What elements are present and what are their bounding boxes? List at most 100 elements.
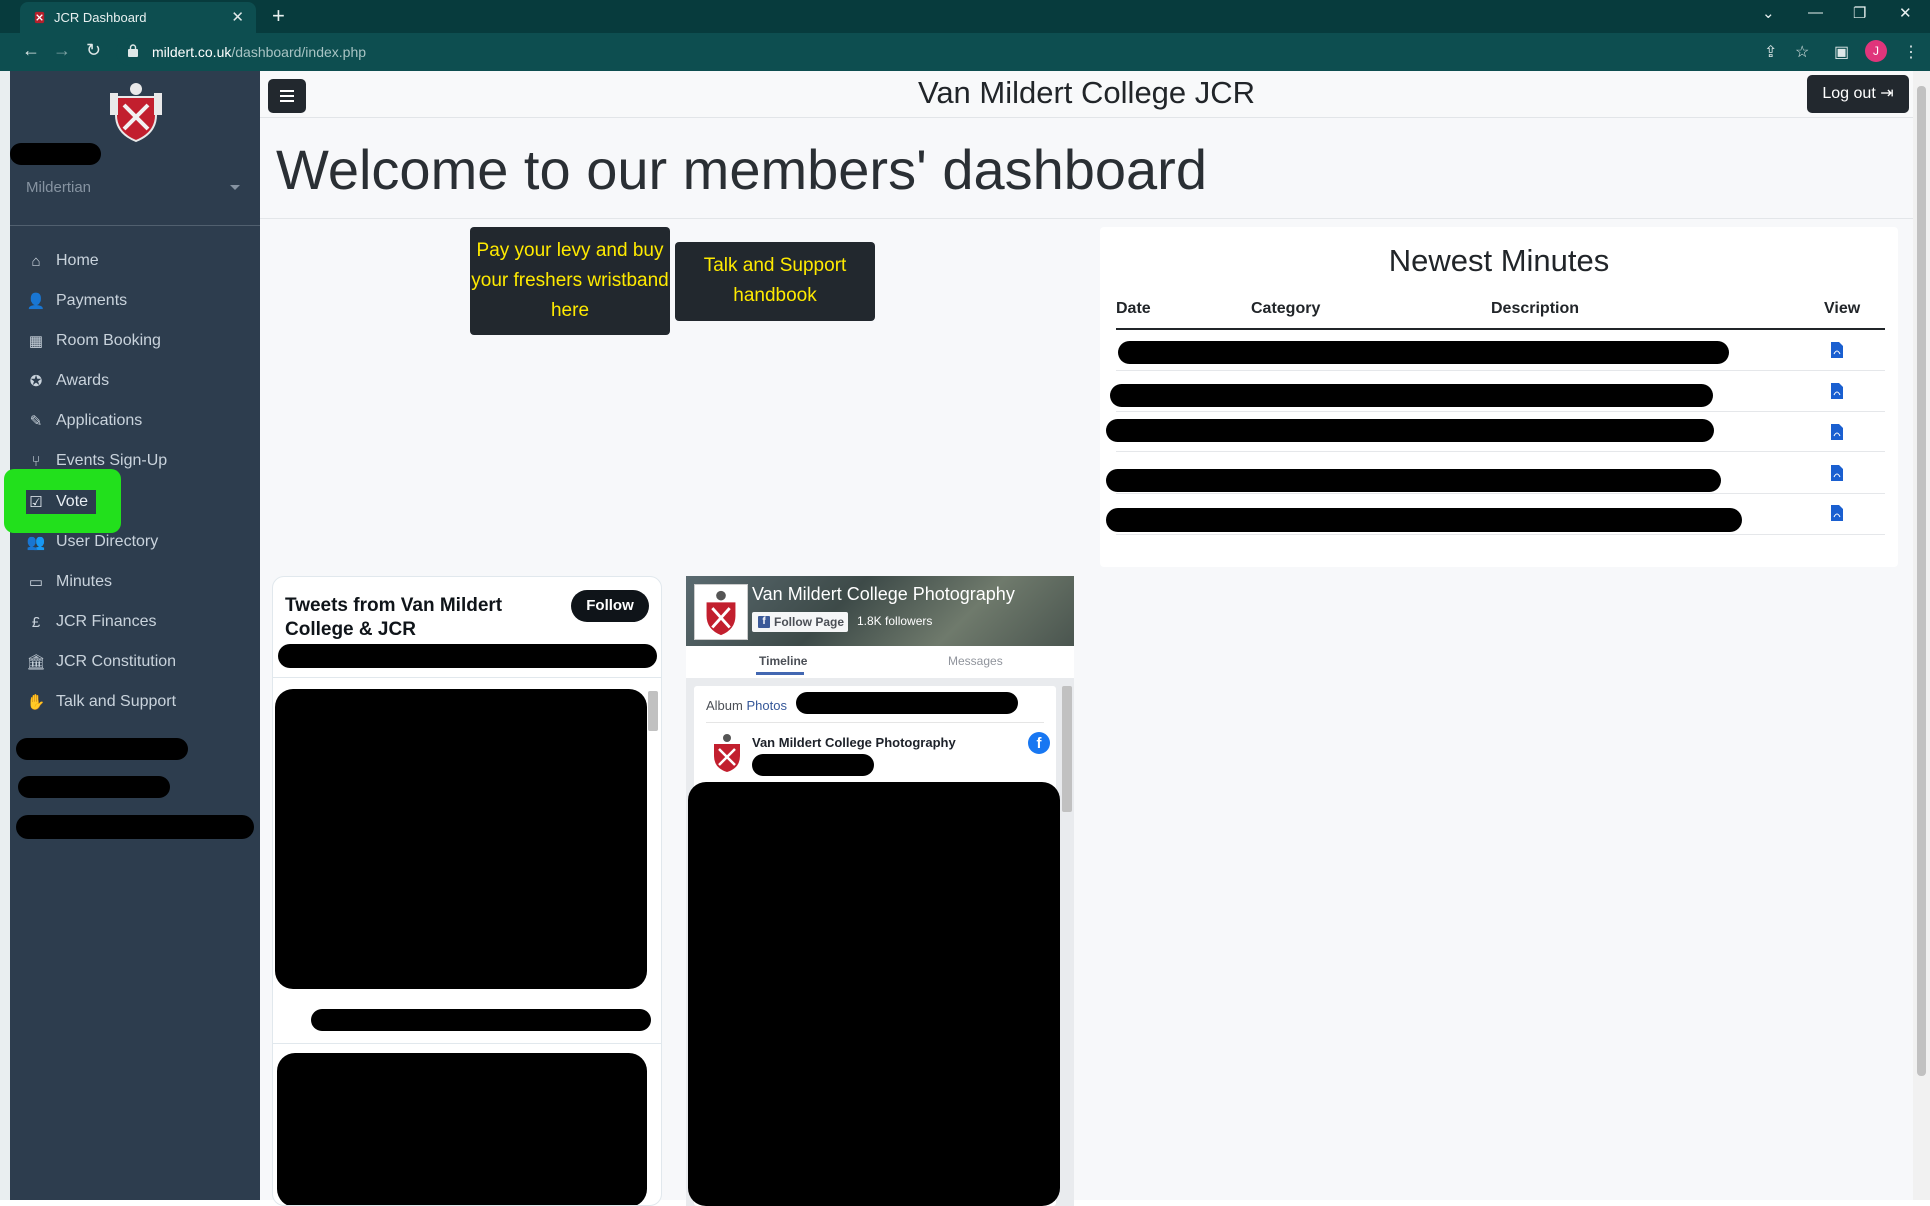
redacted-nav-item bbox=[16, 815, 254, 839]
reload-icon[interactable]: ↻ bbox=[86, 40, 101, 61]
tab-timeline[interactable]: Timeline bbox=[759, 654, 807, 668]
sidebar-item-jcr-constitution[interactable]: 🏛 JCR Constitution bbox=[26, 649, 176, 675]
column-header-view: View bbox=[1824, 300, 1861, 317]
follow-page-label: Follow Page bbox=[774, 615, 845, 629]
sidebar-item-jcr-finances[interactable]: £ JCR Finances bbox=[26, 609, 157, 635]
album-link[interactable]: Photos bbox=[746, 698, 786, 713]
window-close-icon[interactable]: ✕ bbox=[1899, 4, 1912, 22]
heading-divider bbox=[260, 218, 1913, 219]
page-scrollbar-thumb[interactable] bbox=[1917, 86, 1926, 1076]
share-icon[interactable]: ⇪ bbox=[1764, 42, 1777, 62]
sidebar-item-payments[interactable]: 👤 Payments bbox=[26, 288, 127, 314]
sidebar-item-applications[interactable]: ✎ Applications bbox=[26, 408, 143, 434]
lock-icon bbox=[128, 44, 138, 57]
site-title: Van Mildert College JCR bbox=[917, 75, 1256, 110]
user-check-icon: 👤 bbox=[26, 293, 46, 310]
tab-close-icon[interactable]: ✕ bbox=[231, 8, 244, 26]
redacted-album-title bbox=[796, 692, 1018, 714]
sidebar-item-talk-and-support[interactable]: ✋ Talk and Support bbox=[26, 689, 176, 715]
talk-support-handbook-button[interactable]: Talk and Support handbook bbox=[675, 242, 875, 321]
minimize-icon[interactable]: — bbox=[1808, 4, 1823, 21]
facebook-logo-icon[interactable]: f bbox=[1028, 732, 1050, 754]
facebook-scrollbar[interactable] bbox=[1062, 686, 1072, 812]
logout-label: Log out bbox=[1822, 85, 1876, 102]
logout-button[interactable]: Log out ⇥ bbox=[1807, 75, 1909, 113]
url-text: mildert.co.uk/dashboard/index.php bbox=[152, 44, 366, 60]
redacted-nav-item bbox=[16, 738, 188, 760]
table-row-divider bbox=[1116, 451, 1885, 452]
pay-levy-button[interactable]: Pay your levy and buy your freshers wris… bbox=[470, 227, 670, 335]
utensils-icon: ⑂ bbox=[31, 452, 41, 470]
redacted-username bbox=[10, 143, 101, 165]
sidebar-item-label: Applications bbox=[56, 412, 143, 429]
pdf-file-icon[interactable] bbox=[1831, 383, 1843, 399]
crest-favicon-icon bbox=[34, 11, 45, 24]
back-icon[interactable]: ← bbox=[22, 40, 40, 61]
main-content: Van Mildert College JCR Log out ⇥ Welcom… bbox=[260, 71, 1913, 1206]
facebook-follow-page-button[interactable]: f Follow Page bbox=[752, 612, 848, 632]
sidebar-item-label: Vote bbox=[56, 493, 89, 510]
album-header: Album Photos bbox=[706, 698, 787, 713]
calendar-check-icon: ▦ bbox=[28, 333, 44, 350]
column-header-date: Date bbox=[1116, 300, 1151, 317]
restore-icon[interactable]: ❐ bbox=[1853, 4, 1866, 22]
post-divider bbox=[706, 722, 1044, 723]
pdf-file-icon[interactable] bbox=[1831, 465, 1843, 481]
twitter-follow-button[interactable]: Follow bbox=[571, 590, 649, 622]
sidebar-item-user-directory[interactable]: 👥 User Directory bbox=[26, 529, 159, 555]
redacted-tweet-footer bbox=[311, 1009, 651, 1031]
facebook-f-icon: f bbox=[758, 616, 770, 628]
url-path: /dashboard/index.php bbox=[231, 44, 367, 60]
college-crest-logo bbox=[110, 83, 162, 143]
profile-avatar[interactable]: J bbox=[1865, 40, 1887, 62]
user-role[interactable]: Mildertian bbox=[26, 179, 91, 196]
sidebar-item-label: User Directory bbox=[56, 533, 159, 550]
bookmark-star-icon[interactable]: ☆ bbox=[1795, 42, 1809, 62]
sidebar-item-label: Awards bbox=[56, 372, 110, 389]
pdf-file-icon[interactable] bbox=[1831, 424, 1843, 440]
sidebar-item-label: Home bbox=[56, 252, 99, 269]
twitter-scrollbar[interactable] bbox=[648, 691, 658, 731]
sidebar-item-room-booking[interactable]: ▦ Room Booking bbox=[26, 328, 161, 354]
sidebar-item-vote[interactable]: ☑ Vote bbox=[26, 490, 97, 514]
top-navbar: Van Mildert College JCR Log out ⇥ bbox=[260, 71, 1913, 118]
table-row-divider bbox=[1116, 370, 1885, 371]
tab-messages[interactable]: Messages bbox=[948, 654, 1003, 668]
table-header-rule bbox=[1116, 328, 1885, 330]
table-row-divider bbox=[1116, 534, 1885, 535]
facebook-page-logo[interactable] bbox=[694, 584, 748, 640]
sidebar-item-label: JCR Constitution bbox=[56, 653, 177, 670]
redacted-minutes-row bbox=[1106, 469, 1721, 492]
column-header-description: Description bbox=[1491, 300, 1580, 317]
minutes-title: Newest Minutes bbox=[1388, 243, 1610, 278]
tweet-separator bbox=[273, 1043, 661, 1044]
sidebar-item-label: Payments bbox=[56, 292, 128, 309]
address-bar[interactable]: mildert.co.uk/dashboard/index.php bbox=[116, 38, 1808, 66]
newest-minutes-card: Newest Minutes Date Category Description… bbox=[1100, 227, 1898, 567]
album-prefix: Album bbox=[706, 698, 743, 713]
facebook-feed: Album Photos Van Mildert College Photogr… bbox=[686, 678, 1074, 1206]
facebook-page-name[interactable]: Van Mildert College Photography bbox=[752, 584, 1015, 605]
redacted-post-date bbox=[752, 754, 874, 776]
chevron-down-icon[interactable] bbox=[230, 185, 240, 190]
forward-icon[interactable]: → bbox=[53, 40, 71, 61]
column-header-category: Category bbox=[1251, 300, 1321, 317]
post-author-name[interactable]: Van Mildert College Photography bbox=[752, 735, 956, 750]
award-icon: ✪ bbox=[29, 373, 43, 390]
new-tab-button[interactable]: + bbox=[272, 3, 285, 29]
hands-icon: ✋ bbox=[26, 694, 46, 711]
post-author-avatar[interactable] bbox=[706, 732, 748, 774]
sidebar-item-awards[interactable]: ✪ Awards bbox=[26, 368, 109, 394]
sidebar-item-home[interactable]: ⌂ Home bbox=[26, 248, 99, 274]
side-panel-icon[interactable]: ▣ bbox=[1834, 42, 1849, 62]
active-tab-indicator bbox=[756, 672, 804, 675]
facebook-follower-count: 1.8K followers bbox=[857, 614, 933, 628]
pdf-file-icon[interactable] bbox=[1831, 342, 1843, 358]
browser-menu-icon[interactable]: ⋮ bbox=[1903, 42, 1919, 62]
pound-icon: £ bbox=[31, 613, 41, 631]
tab-search-icon[interactable]: ⌄ bbox=[1762, 4, 1775, 22]
redacted-minutes-row bbox=[1118, 341, 1729, 364]
browser-tab[interactable]: JCR Dashboard ✕ bbox=[20, 2, 256, 33]
pdf-file-icon[interactable] bbox=[1831, 505, 1843, 521]
sidebar-item-minutes[interactable]: ▭ Minutes bbox=[26, 569, 112, 595]
